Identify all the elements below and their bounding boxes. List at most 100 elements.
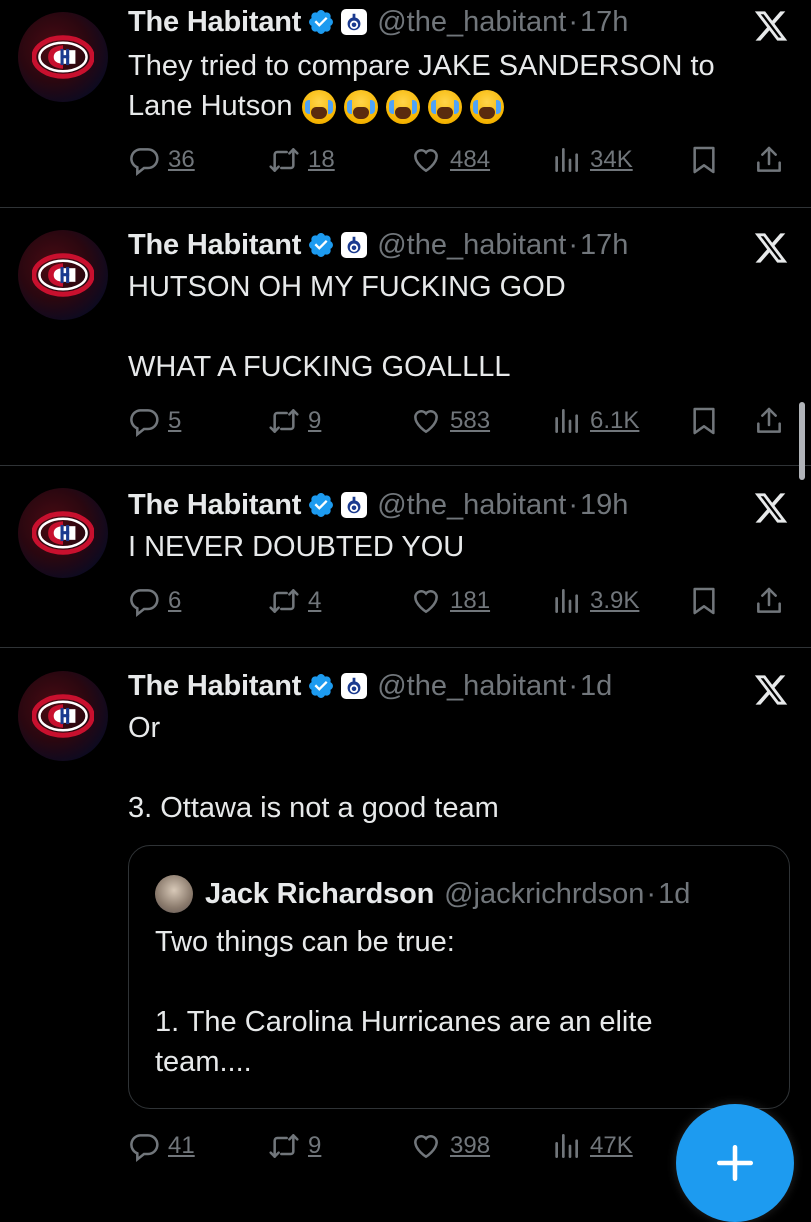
affiliate-badge-icon[interactable] (341, 492, 368, 518)
repost-icon (268, 1130, 300, 1162)
views-count: 34K (590, 146, 633, 173)
verified-badge-icon[interactable] (307, 491, 335, 519)
repost-count: 18 (308, 146, 335, 173)
tweet-text-line: 3. Ottawa is not a good team (128, 792, 499, 824)
reply-button[interactable]: 41 (128, 1126, 195, 1166)
repost-count: 9 (308, 407, 322, 434)
avatar[interactable] (18, 12, 108, 102)
like-button[interactable]: 398 (410, 1126, 490, 1166)
views-button[interactable]: 34K (550, 140, 633, 180)
repost-icon (268, 585, 300, 617)
views-button[interactable]: 6.1K (550, 401, 639, 441)
affiliate-badge-icon[interactable] (341, 232, 368, 258)
reply-button[interactable]: 5 (128, 401, 181, 441)
quoted-text-line: Two things can be true: (155, 926, 455, 958)
bookmark-button[interactable] (688, 581, 720, 621)
avatar[interactable] (18, 488, 108, 578)
share-button[interactable] (753, 401, 785, 441)
compose-button[interactable] (676, 1104, 794, 1222)
reply-icon (128, 144, 160, 176)
repost-button[interactable]: 9 (268, 1126, 321, 1166)
avatar[interactable] (18, 671, 108, 761)
repost-button[interactable]: 4 (268, 581, 321, 621)
reply-count: 5 (168, 407, 182, 434)
tweet[interactable]: The Habitant @the_habitant · 1d Or 3. Ot… (0, 648, 811, 1200)
verified-badge-icon[interactable] (307, 8, 335, 36)
reply-icon (128, 405, 160, 437)
loudly-crying-face-icon (344, 90, 379, 125)
views-icon (550, 585, 582, 617)
separator-dot: · (646, 877, 657, 910)
like-button[interactable]: 484 (410, 140, 490, 180)
like-button[interactable]: 583 (410, 401, 490, 441)
verified-badge-icon[interactable] (307, 672, 335, 700)
affiliate-badge-icon[interactable] (341, 9, 368, 35)
repost-button[interactable]: 9 (268, 401, 321, 441)
avatar[interactable] (18, 230, 108, 320)
quoted-tweet[interactable]: Jack Richardson @jackrichrdson · 1d Two … (128, 845, 790, 1109)
verified-badge-icon[interactable] (307, 231, 335, 259)
author-name[interactable]: The Habitant (128, 670, 301, 703)
x-logo-icon (753, 490, 789, 526)
action-bar: 5 9 583 6.1K (128, 401, 788, 441)
action-bar: 6 4 181 3.9K (128, 581, 788, 621)
plus-icon (716, 1144, 754, 1182)
emoji-group (302, 90, 505, 125)
scrollbar[interactable] (799, 402, 805, 480)
timestamp[interactable]: 1d (580, 670, 612, 703)
affiliate-badge-icon[interactable] (341, 673, 368, 699)
bookmark-button[interactable] (688, 401, 720, 441)
x-logo-icon (753, 672, 789, 708)
repost-count: 4 (308, 587, 322, 614)
timestamp[interactable]: 19h (580, 489, 628, 522)
author-handle[interactable]: @the_habitant (377, 6, 566, 39)
share-button[interactable] (753, 140, 785, 180)
quoted-author-handle[interactable]: @jackrichrdson (444, 878, 644, 911)
reply-button[interactable]: 36 (128, 140, 195, 180)
like-button[interactable]: 181 (410, 581, 490, 621)
reply-count: 6 (168, 587, 182, 614)
author-name[interactable]: The Habitant (128, 6, 301, 39)
separator-dot: · (568, 5, 578, 38)
share-button[interactable] (753, 581, 785, 621)
views-button[interactable]: 47K (550, 1126, 633, 1166)
tweet-text-line: HUTSON OH MY FUCKING GOD (128, 271, 566, 303)
tweet-text-line: Or (128, 712, 161, 744)
reply-icon (128, 585, 160, 617)
tweet-text: I NEVER DOUBTED YOU (128, 527, 768, 567)
author-name[interactable]: The Habitant (128, 229, 301, 262)
loudly-crying-face-icon (470, 90, 505, 125)
author-handle[interactable]: @the_habitant (377, 670, 566, 703)
quoted-avatar[interactable] (155, 875, 193, 913)
tweet-text: They tried to compare JAKE SANDERSON to … (128, 46, 768, 126)
views-count: 6.1K (590, 407, 640, 434)
quoted-author-name[interactable]: Jack Richardson (205, 878, 434, 911)
heart-icon (410, 405, 442, 437)
author-handle[interactable]: @the_habitant (377, 489, 566, 522)
timestamp[interactable]: 17h (580, 6, 628, 39)
bookmark-button[interactable] (688, 140, 720, 180)
reply-button[interactable]: 6 (128, 581, 181, 621)
author-handle[interactable]: @the_habitant (377, 229, 566, 262)
tweet-text: HUTSON OH MY FUCKING GOD WHAT A FUCKING … (128, 267, 768, 387)
views-button[interactable]: 3.9K (550, 581, 639, 621)
bookmark-icon (688, 405, 720, 437)
like-count: 398 (450, 1132, 491, 1159)
bookmark-icon (688, 144, 720, 176)
tweet[interactable]: The Habitant @the_habitant · 17h They tr… (0, 0, 811, 207)
action-bar: 36 18 484 34K (128, 140, 788, 180)
quoted-timestamp: 1d (658, 877, 691, 910)
timestamp[interactable]: 17h (580, 229, 628, 262)
canadiens-logo-icon (32, 685, 94, 747)
views-icon (550, 405, 582, 437)
loudly-crying-face-icon (302, 90, 337, 125)
quoted-text: Two things can be true: 1. The Carolina … (155, 922, 755, 1082)
author-name[interactable]: The Habitant (128, 489, 301, 522)
like-count: 181 (450, 587, 491, 614)
reply-icon (128, 1130, 160, 1162)
repost-button[interactable]: 18 (268, 140, 335, 180)
reply-count: 36 (168, 146, 195, 173)
tweet-text-content: I NEVER DOUBTED YOU (128, 531, 465, 563)
tweet[interactable]: The Habitant @the_habitant · 17h HUTSON … (0, 208, 811, 465)
tweet[interactable]: The Habitant @the_habitant · 19h I NEVER… (0, 466, 811, 647)
